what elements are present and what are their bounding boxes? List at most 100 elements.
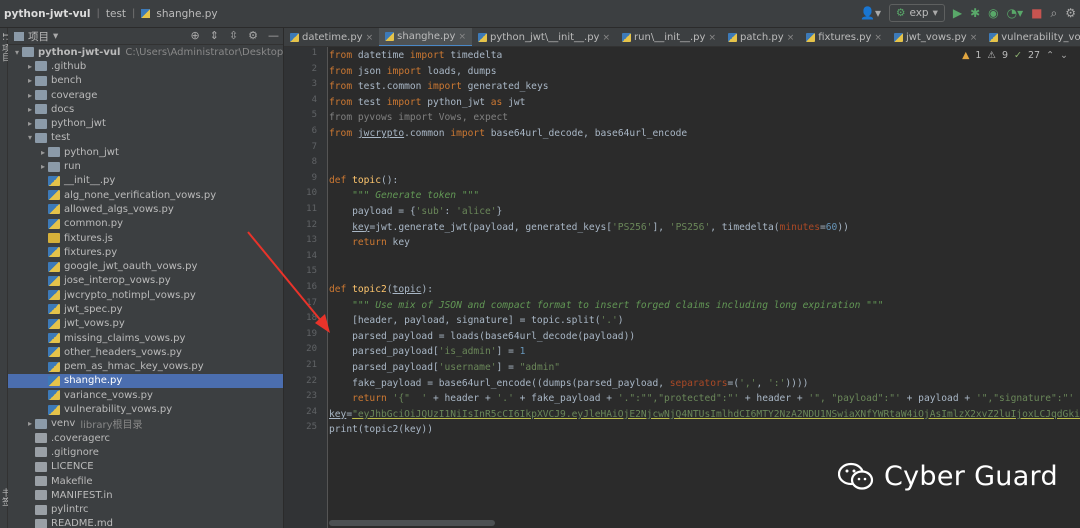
debug-icon[interactable]: ✱ (970, 7, 980, 19)
tree-file[interactable]: README.md (8, 517, 283, 528)
code-line[interactable]: key=jwt.generate_jwt(payload, generated_… (329, 220, 849, 235)
code-line[interactable]: def topic2(topic): (329, 282, 433, 297)
code-line[interactable]: key="eyJhbGciOiJQUzI1NiIsInR5cCI6IkpXVCJ… (329, 407, 1080, 422)
chevron-right-icon[interactable]: ▸ (38, 162, 48, 171)
tree-file[interactable]: MANIFEST.in (8, 488, 283, 502)
tree-file[interactable]: fixtures.js (8, 231, 283, 245)
tree-folder[interactable]: ▸ python_jwt (8, 145, 283, 159)
close-icon[interactable]: × (602, 33, 610, 43)
tree-file[interactable]: other_headers_vows.py (8, 345, 283, 359)
inspection-widget[interactable]: ▲ 1 ⚠ 9 ✓ 27 ⌃ ⌄ (962, 50, 1068, 61)
tree-folder[interactable]: ▸ .github (8, 59, 283, 73)
code-editor[interactable]: 1 2 3 4 5 6 7 8 9 10 11 12 13 14 15 16 17 18 19 20 21 22 23 24 2… (284, 47, 1080, 528)
chevron-right-icon[interactable]: ▸ (25, 76, 35, 85)
code-line[interactable]: fake_payload = base64url_encode((dumps(p… (329, 376, 808, 391)
tree-file[interactable]: vulnerability_vows.py (8, 402, 283, 416)
stop-icon[interactable]: ■ (1031, 7, 1042, 19)
tree-folder[interactable]: ▾ test (8, 131, 283, 145)
tree-file[interactable]: jwt_vows.py (8, 317, 283, 331)
editor-tab[interactable]: shanghe.py × (379, 28, 472, 46)
close-icon[interactable]: × (874, 33, 882, 43)
editor-tab[interactable]: datetime.py × (284, 28, 379, 46)
profile-icon[interactable]: ◔▾ (1007, 7, 1024, 19)
tree-folder[interactable]: ▾ python-jwt-vul C:\Users\Administrator\De… (8, 45, 283, 59)
editor-tab[interactable]: jwt_vows.py × (888, 28, 983, 46)
code-line[interactable]: return key (329, 235, 410, 250)
tree-file[interactable]: fixtures.py (8, 245, 283, 259)
code-line[interactable]: return '{" ' + header + '.' + fake_paylo… (329, 391, 1074, 406)
close-icon[interactable]: × (787, 33, 795, 43)
chevron-right-icon[interactable]: ▸ (25, 119, 35, 128)
tree-file[interactable]: variance_vows.py (8, 388, 283, 402)
search-icon[interactable]: ⌕ (1051, 7, 1058, 19)
tree-file[interactable]: __init__.py (8, 174, 283, 188)
code-line[interactable]: def topic(): (329, 173, 398, 188)
code-line[interactable]: parsed_payload['username'] = "admin" (329, 360, 560, 375)
expand-all-icon[interactable]: ⇕ (210, 29, 219, 42)
chevron-right-icon[interactable]: ▸ (25, 105, 35, 114)
collapse-all-icon[interactable]: ⇳ (229, 29, 238, 42)
code-line[interactable]: from jwcrypto.common import base64url_de… (329, 126, 687, 141)
chevron-down-icon[interactable]: ▾ (53, 30, 58, 42)
editor-tab[interactable]: fixtures.py × (800, 28, 888, 46)
tree-file[interactable]: pylintrc (8, 503, 283, 517)
code-line[interactable]: from test import python_jwt as jwt (329, 95, 525, 110)
chevron-down-icon[interactable]: ⌄ (1060, 50, 1068, 61)
locate-icon[interactable]: ⊕ (190, 29, 199, 42)
chevron-down-icon[interactable]: ▾ (25, 133, 35, 142)
code-line[interactable]: from pyvows import Vows, expect (329, 110, 508, 125)
tree-folder[interactable]: ▸ docs (8, 102, 283, 116)
chevron-right-icon[interactable]: ▸ (25, 419, 35, 428)
code-line[interactable]: payload = {'sub': 'alice'} (329, 204, 502, 219)
tree-folder[interactable]: ▸ bench (8, 74, 283, 88)
tree-folder[interactable]: ▸ coverage (8, 88, 283, 102)
code-area[interactable]: from datetime import timedelta from json … (329, 47, 1080, 528)
breadcrumb-project[interactable]: python-jwt-vul (4, 8, 91, 20)
breadcrumb-folder[interactable]: test (106, 8, 126, 20)
code-line[interactable]: parsed_payload['is_admin'] = 1 (329, 344, 525, 359)
tree-folder[interactable]: ▸ venv library根目录 (8, 417, 283, 431)
code-line[interactable]: from test.common import generated_keys (329, 79, 549, 94)
tree-folder[interactable]: ▸ run (8, 159, 283, 173)
code-line[interactable]: print(topic2(key)) (329, 422, 433, 437)
chevron-right-icon[interactable]: ▸ (38, 148, 48, 157)
code-line[interactable]: parsed_payload = loads(base64url_decode(… (329, 329, 635, 344)
tree-file[interactable]: allowed_algs_vows.py (8, 202, 283, 216)
close-icon[interactable]: × (708, 33, 716, 43)
close-icon[interactable]: × (970, 33, 978, 43)
code-line[interactable]: """ Generate token """ (329, 188, 479, 203)
code-line[interactable]: from datetime import timedelta (329, 48, 502, 63)
chevron-right-icon[interactable]: ▸ (25, 62, 35, 71)
tree-file[interactable]: jose_interop_vows.py (8, 274, 283, 288)
tree-file[interactable]: missing_claims_vows.py (8, 331, 283, 345)
code-line[interactable]: from json import loads, dumps (329, 64, 497, 79)
tree-file[interactable]: alg_none_verification_vows.py (8, 188, 283, 202)
tree-file[interactable]: google_jwt_oauth_vows.py (8, 259, 283, 273)
tree-file[interactable]: .gitignore (8, 445, 283, 459)
project-panel-title[interactable]: 项目 (28, 29, 49, 44)
settings-icon[interactable]: ⚙ (1065, 7, 1076, 19)
coverage-icon[interactable]: ◉ (988, 7, 998, 19)
tree-file[interactable]: Makefile (8, 474, 283, 488)
editor-tab[interactable]: run\__init__.py × (616, 28, 722, 46)
horizontal-scrollbar[interactable] (329, 520, 495, 526)
code-line[interactable]: """ Use mix of JSON and compact format t… (329, 298, 883, 313)
tree-file[interactable]: jwcrypto_notimpl_vows.py (8, 288, 283, 302)
tree-file[interactable]: shanghe.py (8, 373, 283, 389)
run-config-select[interactable]: ⚙ exp ▾ (889, 4, 945, 22)
close-icon[interactable]: × (366, 33, 374, 43)
editor-tab[interactable]: vulnerability_vows.py× (983, 28, 1080, 46)
editor-tab[interactable]: patch.py × (722, 28, 800, 46)
run-icon[interactable]: ▶ (953, 7, 962, 19)
tree-file[interactable]: common.py (8, 217, 283, 231)
tree-file[interactable]: .coveragerc (8, 431, 283, 445)
chevron-down-icon[interactable]: ▾ (12, 48, 22, 57)
tree-folder[interactable]: ▸ python_jwt (8, 116, 283, 130)
chevron-right-icon[interactable]: ▸ (25, 91, 35, 100)
user-icon[interactable]: 👤▾ (860, 7, 881, 19)
breadcrumb-file[interactable]: shanghe.py (156, 8, 217, 20)
hide-icon[interactable]: — (268, 29, 279, 42)
tree-file[interactable]: LICENCE (8, 460, 283, 474)
settings-icon[interactable]: ⚙ (248, 29, 258, 42)
tree-file[interactable]: pem_as_hmac_key_vows.py (8, 360, 283, 374)
